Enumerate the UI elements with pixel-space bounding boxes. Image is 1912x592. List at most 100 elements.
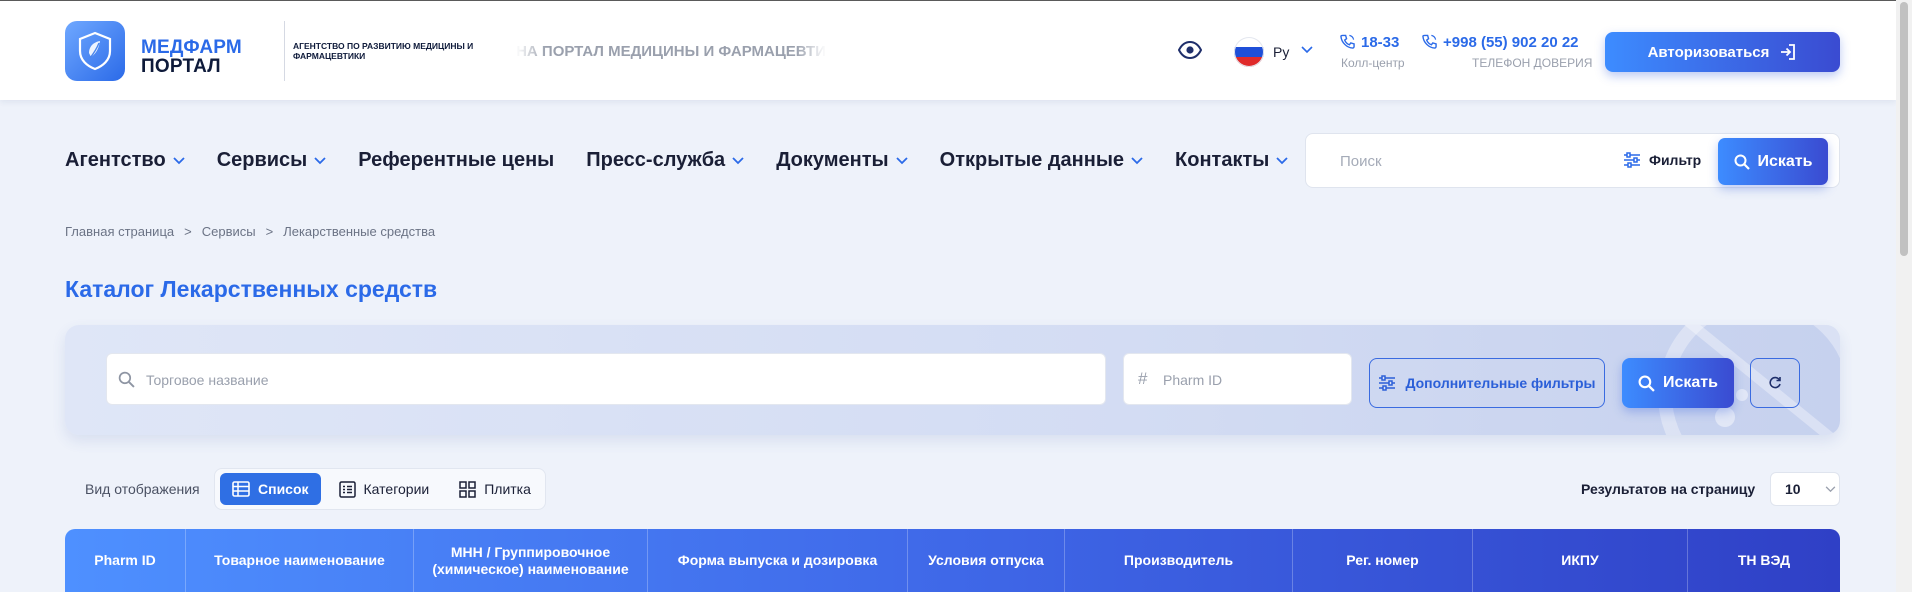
login-button[interactable]: Авторизоваться bbox=[1605, 32, 1840, 72]
nav-item-press[interactable]: Пресс-служба bbox=[586, 149, 744, 172]
advanced-filters-label: Дополнительные фильтры bbox=[1405, 375, 1596, 391]
call-center-number: 18-33 bbox=[1361, 34, 1400, 51]
view-mode-switcher: Список Категории Плитка bbox=[214, 468, 546, 510]
per-page-select[interactable]: 10 bbox=[1770, 472, 1840, 506]
advanced-filters-button[interactable]: Дополнительные фильтры bbox=[1369, 358, 1605, 408]
breadcrumb: Главная страница > Сервисы > Лекарственн… bbox=[65, 224, 435, 239]
view-option-tiles-label: Плитка bbox=[484, 481, 531, 497]
login-icon bbox=[1781, 44, 1796, 60]
search-icon bbox=[1734, 154, 1750, 170]
nav-item-services[interactable]: Сервисы bbox=[217, 149, 327, 172]
filter-button-label: Фильтр bbox=[1649, 152, 1702, 168]
russia-flag-icon[interactable] bbox=[1234, 37, 1264, 67]
top-header: МЕДФАРМ ПОРТАЛ АГЕНТСТВО ПО РАЗВИТИЮ МЕД… bbox=[0, 0, 1896, 100]
breadcrumb-services[interactable]: Сервисы bbox=[202, 224, 256, 239]
column-header-reg-number[interactable]: Рег. номер bbox=[1293, 529, 1473, 592]
categories-icon bbox=[338, 480, 356, 498]
filter-button[interactable]: Фильтр bbox=[1623, 152, 1701, 168]
pharm-id-field: # bbox=[1123, 353, 1352, 405]
search-icon bbox=[118, 371, 135, 388]
nav-item-agency[interactable]: Агентство bbox=[65, 149, 185, 172]
view-option-list[interactable]: Список bbox=[220, 473, 321, 505]
catalog-filter-panel: # Дополнительные фильтры Искать bbox=[65, 325, 1840, 435]
sliders-icon bbox=[1379, 375, 1396, 391]
nav-item-label: Контакты bbox=[1175, 149, 1270, 171]
view-option-categories[interactable]: Категории bbox=[327, 473, 442, 505]
column-header-manufacturer[interactable]: Производитель bbox=[1065, 529, 1293, 592]
trade-name-field bbox=[106, 353, 1106, 405]
column-header-dispensing[interactable]: Условия отпуска bbox=[908, 529, 1065, 592]
nav-item-label: Открытые данные bbox=[939, 149, 1125, 171]
nav-item-label: Пресс-служба bbox=[586, 149, 726, 171]
nav-item-label: Документы bbox=[776, 149, 889, 171]
marquee-text: ДОБРО ПОЖАЛОВАТЬ НА ПОРТАЛ МЕДИЦИНЫ И ФА… bbox=[516, 43, 826, 60]
breadcrumb-home[interactable]: Главная страница bbox=[65, 224, 174, 239]
hash-icon: # bbox=[1138, 369, 1148, 388]
chevron-down-icon[interactable] bbox=[1301, 46, 1313, 54]
nav-item-label: Сервисы bbox=[216, 149, 308, 171]
logo-line1: МЕДФАРМ bbox=[141, 37, 242, 58]
view-option-tiles[interactable]: Плитка bbox=[447, 473, 543, 505]
per-page-value: 10 bbox=[1785, 481, 1801, 497]
phone-icon bbox=[1340, 34, 1355, 49]
site-search: Фильтр Искать bbox=[1305, 133, 1840, 188]
logo-text[interactable]: МЕДФАРМ ПОРТАЛ bbox=[141, 38, 242, 76]
breadcrumb-separator: > bbox=[265, 224, 274, 239]
trust-phone-number: +998 (55) 902 20 22 bbox=[1443, 34, 1579, 51]
language-selector[interactable]: Ру bbox=[1273, 44, 1289, 60]
chevron-down-icon bbox=[1276, 156, 1288, 164]
chevron-down-icon bbox=[896, 156, 908, 164]
column-header-ikpu[interactable]: ИКПУ bbox=[1473, 529, 1688, 592]
chevron-down-icon bbox=[1131, 156, 1143, 164]
view-mode-label: Вид отображения bbox=[85, 481, 200, 497]
grid-icon bbox=[459, 480, 476, 498]
breadcrumb-separator: > bbox=[184, 224, 192, 239]
chevron-down-icon bbox=[173, 156, 185, 164]
logo-divider bbox=[284, 21, 285, 81]
logo-icon[interactable] bbox=[65, 21, 125, 81]
chevron-down-icon bbox=[1825, 485, 1835, 492]
nav-item-documents[interactable]: Документы bbox=[776, 149, 908, 172]
view-option-list-label: Список bbox=[258, 481, 309, 497]
column-header-pharm-id[interactable]: Pharm ID bbox=[65, 529, 186, 592]
accessibility-eye-icon[interactable] bbox=[1177, 40, 1203, 64]
trust-phone[interactable]: +998 (55) 902 20 22 bbox=[1422, 34, 1579, 51]
nav-item-reference-prices[interactable]: Референтные цены bbox=[358, 149, 554, 172]
agency-name: АГЕНТСТВО ПО РАЗВИТИЮ МЕДИЦИНЫ И ФАРМАЦЕ… bbox=[293, 41, 474, 61]
call-center-label: Колл-центр bbox=[1341, 56, 1405, 70]
catalog-search-label: Искать bbox=[1663, 374, 1718, 391]
chevron-down-icon bbox=[732, 156, 744, 164]
main-nav: Агентство Сервисы Референтные цены Пресс… bbox=[65, 149, 1320, 172]
table-icon bbox=[232, 481, 250, 497]
search-icon bbox=[1638, 375, 1655, 392]
nav-item-label: Референтные цены bbox=[358, 149, 555, 171]
catalog-table-header: Pharm ID Товарное наименование МНН / Гру… bbox=[65, 529, 1840, 592]
site-search-button-label: Искать bbox=[1757, 152, 1813, 170]
column-header-dosage-form[interactable]: Форма выпуска и дозировка bbox=[648, 529, 908, 592]
call-center-phone[interactable]: 18-33 bbox=[1340, 34, 1399, 51]
scrollbar-thumb[interactable] bbox=[1900, 2, 1908, 256]
column-header-tn-ved[interactable]: ТН ВЭД bbox=[1688, 529, 1840, 592]
view-option-categories-label: Категории bbox=[363, 481, 430, 497]
per-page-label: Результатов на страницу bbox=[1581, 481, 1756, 497]
trade-name-input[interactable] bbox=[146, 369, 1086, 391]
nav-item-contacts[interactable]: Контакты bbox=[1175, 149, 1288, 172]
logo-line2: ПОРТАЛ bbox=[141, 56, 221, 77]
nav-item-label: Агентство bbox=[65, 149, 166, 171]
site-search-input[interactable] bbox=[1340, 150, 1610, 172]
site-search-button[interactable]: Искать bbox=[1718, 138, 1828, 185]
phone-icon bbox=[1422, 34, 1437, 49]
pharm-id-input[interactable] bbox=[1163, 369, 1343, 391]
refresh-icon bbox=[1769, 376, 1781, 389]
column-header-inn[interactable]: МНН / Группировочное (химическое) наимен… bbox=[414, 529, 648, 592]
column-header-trade-name[interactable]: Товарное наименование bbox=[186, 529, 414, 592]
trust-phone-label: ТЕЛЕФОН ДОВЕРИЯ bbox=[1472, 56, 1593, 70]
sliders-icon bbox=[1624, 152, 1640, 168]
reset-button[interactable] bbox=[1750, 358, 1800, 408]
login-button-label: Авторизоваться bbox=[1647, 43, 1770, 61]
breadcrumb-current: Лекарственные средства bbox=[283, 224, 436, 239]
announcement-marquee: ДОБРО ПОЖАЛОВАТЬ НА ПОРТАЛ МЕДИЦИНЫ И ФА… bbox=[516, 43, 826, 61]
nav-item-open-data[interactable]: Открытые данные bbox=[940, 149, 1143, 172]
catalog-search-button[interactable]: Искать bbox=[1622, 358, 1734, 408]
chevron-down-icon bbox=[314, 156, 326, 164]
